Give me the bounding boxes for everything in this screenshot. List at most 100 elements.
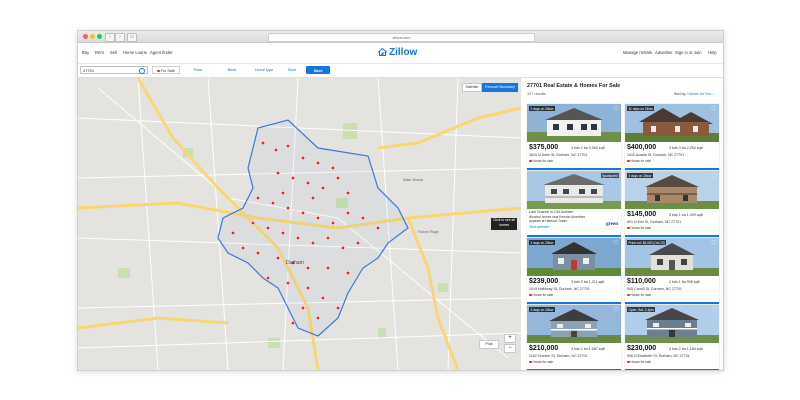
listing-address[interactable]: 801 N Elm St, Durham, NC 27701 <box>627 220 681 224</box>
heart-icon[interactable]: ♡ <box>711 105 717 113</box>
listing-pin-icon[interactable] <box>290 175 296 181</box>
listing-pin-icon[interactable] <box>255 250 261 256</box>
listing-photo[interactable]: Open: Sat. 2-4pm ♡ <box>625 305 719 343</box>
listing-pin-icon[interactable] <box>270 200 276 206</box>
listing-card[interactable]: 3 days on Zillow ♡ $375,000 3 bds 2 ba 2… <box>527 104 621 170</box>
heart-icon[interactable]: ♡ <box>711 239 717 247</box>
listing-photo[interactable]: 3 days on Zillow ♡ <box>527 305 621 343</box>
listing-address[interactable]: 1162 Chester St, Durham, NC 27701 <box>529 354 588 358</box>
listing-pin-icon[interactable] <box>260 140 266 146</box>
listing-pin-icon[interactable] <box>305 285 311 291</box>
listing-card[interactable]: 4 days on Zillow ♡ $145,000 3 bds 1 ba 1… <box>625 171 719 237</box>
heart-icon[interactable]: ♡ <box>613 306 619 314</box>
satellite-toggle[interactable]: Satellite <box>462 83 482 92</box>
listing-pin-icon[interactable] <box>255 195 261 201</box>
heart-icon[interactable]: ♡ <box>613 105 619 113</box>
listing-pin-icon[interactable] <box>285 143 291 149</box>
zillow-logo[interactable]: Zillow <box>378 47 417 58</box>
forward-arrow-icon[interactable]: › <box>115 33 125 42</box>
listing-pin-icon[interactable] <box>275 255 281 261</box>
listing-photo[interactable]: 3 days on Zillow ♡ <box>527 238 621 276</box>
listing-pin-icon[interactable] <box>280 230 286 236</box>
listing-pin-icon[interactable] <box>295 235 301 241</box>
listing-pin-icon[interactable] <box>315 315 321 321</box>
listing-address[interactable]: 1019 Holloway St, Durham, NC 27701 <box>529 287 590 291</box>
listing-pin-icon[interactable] <box>230 230 236 236</box>
home-type-filter[interactable]: Home type <box>250 66 278 74</box>
listing-card[interactable]: 3 days on Zillow ♡ $210,000 3 bds 2 ba 1… <box>527 305 621 370</box>
listing-address[interactable]: 1410 Acadia St, Durham, NC 27701 <box>627 153 684 157</box>
listing-pin-icon[interactable] <box>360 215 366 221</box>
address-bar[interactable]: zillow.com <box>268 33 535 42</box>
listing-pin-icon[interactable] <box>290 320 296 326</box>
listing-pin-icon[interactable] <box>320 185 326 191</box>
listing-pin-icon[interactable] <box>265 275 271 281</box>
listing-pin-icon[interactable] <box>345 270 351 276</box>
listing-pin-icon[interactable] <box>355 240 361 246</box>
listing-pin-icon[interactable] <box>300 305 306 311</box>
listing-pin-icon[interactable] <box>330 220 336 226</box>
beds-filter[interactable]: Beds <box>218 66 246 74</box>
map[interactable]: Durham Milan Woods Falcon Ridge Satellit… <box>78 78 521 370</box>
listing-pin-icon[interactable] <box>345 190 351 196</box>
more-filter[interactable]: More <box>281 66 303 74</box>
listing-address[interactable]: 1615 N Duke St, Durham, NC 27701 <box>529 153 587 157</box>
listing-pin-icon[interactable] <box>285 280 291 286</box>
ad-photo[interactable]: Sponsored <box>527 171 621 209</box>
heart-icon[interactable]: ♡ <box>613 239 619 247</box>
ad-website-link[interactable]: Visit website › <box>529 225 551 229</box>
back-arrow-icon[interactable]: ‹ <box>105 33 115 42</box>
heart-icon[interactable]: ♡ <box>711 306 717 314</box>
nav-advertise[interactable]: Advertise <box>655 50 672 55</box>
close-window-icon[interactable] <box>83 34 88 39</box>
listing-pin-icon[interactable] <box>325 235 331 241</box>
listing-pin-icon[interactable] <box>315 215 321 221</box>
search-input[interactable]: 27701 <box>80 66 148 74</box>
listing-card[interactable]: 3 days on Zillow ♡ $239,000 3 bds 2 ba 1… <box>527 238 621 304</box>
listing-pin-icon[interactable] <box>325 265 331 271</box>
nav-sign-in[interactable]: Sign in or Join <box>675 50 702 55</box>
listing-pin-icon[interactable] <box>335 175 341 181</box>
for-sale-filter[interactable]: For Sale <box>152 66 180 74</box>
listing-pin-icon[interactable] <box>250 220 256 226</box>
zoom-in-button[interactable]: + <box>504 334 516 343</box>
sort-control[interactable]: Sort by: Homes for You ⌄ <box>674 92 715 96</box>
listing-photo[interactable]: Price cut: $5,000 (Oct 23) ♡ <box>625 238 719 276</box>
listing-pin-icon[interactable] <box>240 245 246 251</box>
listing-card[interactable]: Open: Sat. 2-4pm ♡ $230,000 3 bds 2 ba 1… <box>625 305 719 370</box>
draw-tooltip[interactable]: Click to see all homes <box>491 218 517 230</box>
save-search-button[interactable]: Save search <box>306 66 330 81</box>
map-plus-toggle[interactable]: Plus <box>479 340 499 349</box>
price-filter[interactable]: Price <box>183 66 213 74</box>
heart-icon[interactable]: ♡ <box>711 172 717 180</box>
listing-pin-icon[interactable] <box>275 170 281 176</box>
nav-rent[interactable]: Rent <box>95 50 104 55</box>
listing-pin-icon[interactable] <box>273 147 279 153</box>
minimize-window-icon[interactable] <box>90 34 95 39</box>
listing-pin-icon[interactable] <box>315 160 321 166</box>
listing-pin-icon[interactable] <box>375 225 381 231</box>
listing-card[interactable]: 11 days on Zillow ♡ $400,000 3 bds 3 ba … <box>625 104 719 170</box>
listing-address[interactable]: 906 N Elizabeth St, Durham, NC 27701 <box>627 354 690 358</box>
listing-pin-icon[interactable] <box>300 155 306 161</box>
search-icon[interactable] <box>139 68 145 74</box>
listing-pin-icon[interactable] <box>285 205 291 211</box>
sort-value[interactable]: Homes for You ⌄ <box>687 92 715 96</box>
zoom-out-button[interactable]: − <box>504 344 516 353</box>
listing-pin-icon[interactable] <box>265 225 271 231</box>
nav-buy[interactable]: Buy <box>82 50 89 55</box>
listing-pin-icon[interactable] <box>345 210 351 216</box>
listing-pin-icon[interactable] <box>310 240 316 246</box>
listing-pin-icon[interactable] <box>310 195 316 201</box>
sidebar-icon[interactable]: ▭ <box>127 33 137 42</box>
sponsored-ad-card[interactable]: Sponsored Last Chance in Old Durham Wood… <box>527 171 621 237</box>
nav-manage-rentals[interactable]: Manage rentals <box>623 50 652 55</box>
nav-agent-finder[interactable]: Agent finder <box>150 50 173 55</box>
listing-card[interactable]: Price cut: $5,000 (Oct 23) ♡ $110,000 2 … <box>625 238 719 304</box>
listing-pin-icon[interactable] <box>280 190 286 196</box>
listing-photo[interactable]: 4 days on Zillow ♡ <box>625 171 719 209</box>
listing-address[interactable]: 905 Carroll St, Durham, NC 27701 <box>627 287 682 291</box>
nav-help[interactable]: Help <box>708 50 717 55</box>
listing-photo[interactable]: 11 days on Zillow ♡ <box>625 104 719 142</box>
maximize-window-icon[interactable] <box>97 34 102 39</box>
